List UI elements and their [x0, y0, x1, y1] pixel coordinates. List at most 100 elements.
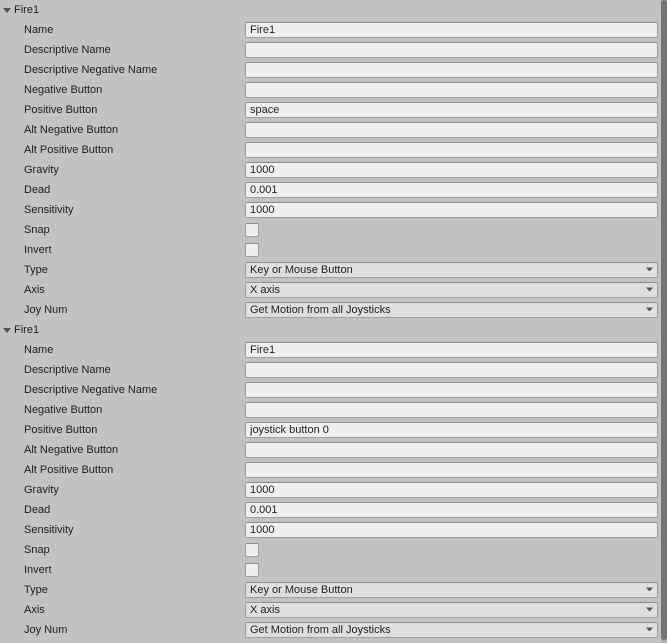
dropdown-type-value: Key or Mouse Button — [250, 264, 353, 276]
dropdown-joynum[interactable]: Get Motion from all Joysticks — [245, 622, 658, 638]
chevron-down-icon — [646, 308, 653, 313]
label-type: Type — [0, 260, 245, 280]
dropdown-joynum-value: Get Motion from all Joysticks — [250, 304, 391, 316]
label-dead: Dead — [0, 180, 245, 200]
label-neg-button: Negative Button — [0, 80, 245, 100]
section-header-fire1-0[interactable]: Fire1 — [0, 0, 662, 20]
section-title: Fire1 — [14, 324, 39, 336]
input-desc-name[interactable] — [245, 42, 658, 58]
label-snap: Snap — [0, 540, 245, 560]
row-desc-name: Descriptive Name — [0, 360, 662, 380]
input-alt-neg-button[interactable] — [245, 122, 658, 138]
label-alt-pos-button: Alt Positive Button — [0, 140, 245, 160]
chevron-down-icon — [646, 608, 653, 613]
dropdown-axis-value: X axis — [250, 284, 280, 296]
checkbox-snap[interactable] — [245, 223, 259, 237]
input-gravity[interactable] — [245, 482, 658, 498]
label-alt-pos-button: Alt Positive Button — [0, 460, 245, 480]
input-pos-button[interactable] — [245, 422, 658, 438]
dropdown-axis-value: X axis — [250, 604, 280, 616]
row-sensitivity: Sensitivity — [0, 200, 662, 220]
row-axis: Axis X axis — [0, 280, 662, 300]
label-desc-name: Descriptive Name — [0, 360, 245, 380]
input-dead[interactable] — [245, 182, 658, 198]
row-snap: Snap — [0, 220, 662, 240]
scrollbar-thumb[interactable] — [661, 0, 667, 640]
dropdown-type-value: Key or Mouse Button — [250, 584, 353, 596]
label-type: Type — [0, 580, 245, 600]
dropdown-joynum[interactable]: Get Motion from all Joysticks — [245, 302, 658, 318]
input-pos-button[interactable] — [245, 102, 658, 118]
chevron-down-icon — [646, 268, 653, 273]
row-invert: Invert — [0, 240, 662, 260]
label-joynum: Joy Num — [0, 620, 245, 640]
row-type: Type Key or Mouse Button — [0, 580, 662, 600]
dropdown-axis[interactable]: X axis — [245, 282, 658, 298]
foldout-icon — [0, 6, 14, 14]
row-axis: Axis X axis — [0, 600, 662, 620]
checkbox-snap[interactable] — [245, 543, 259, 557]
row-desc-neg-name: Descriptive Negative Name — [0, 380, 662, 400]
row-alt-neg-button: Alt Negative Button — [0, 440, 662, 460]
row-gravity: Gravity — [0, 480, 662, 500]
label-joynum: Joy Num — [0, 300, 245, 320]
input-gravity[interactable] — [245, 162, 658, 178]
label-pos-button: Positive Button — [0, 100, 245, 120]
input-desc-name[interactable] — [245, 362, 658, 378]
input-sensitivity[interactable] — [245, 202, 658, 218]
dropdown-type[interactable]: Key or Mouse Button — [245, 262, 658, 278]
input-name[interactable] — [245, 22, 658, 38]
row-name: Name — [0, 340, 662, 360]
row-desc-neg-name: Descriptive Negative Name — [0, 60, 662, 80]
label-gravity: Gravity — [0, 480, 245, 500]
input-alt-pos-button[interactable] — [245, 142, 658, 158]
row-dead: Dead — [0, 180, 662, 200]
label-alt-neg-button: Alt Negative Button — [0, 120, 245, 140]
row-desc-name: Descriptive Name — [0, 40, 662, 60]
label-sensitivity: Sensitivity — [0, 520, 245, 540]
input-alt-pos-button[interactable] — [245, 462, 658, 478]
label-desc-name: Descriptive Name — [0, 40, 245, 60]
chevron-down-icon — [646, 288, 653, 293]
label-invert: Invert — [0, 240, 245, 260]
checkbox-invert[interactable] — [245, 563, 259, 577]
row-neg-button: Negative Button — [0, 400, 662, 420]
label-dead: Dead — [0, 500, 245, 520]
section-title: Fire1 — [14, 4, 39, 16]
row-joynum: Joy Num Get Motion from all Joysticks — [0, 300, 662, 320]
dropdown-axis[interactable]: X axis — [245, 602, 658, 618]
input-desc-neg-name[interactable] — [245, 62, 658, 78]
row-pos-button: Positive Button — [0, 100, 662, 120]
input-dead[interactable] — [245, 502, 658, 518]
input-sensitivity[interactable] — [245, 522, 658, 538]
label-neg-button: Negative Button — [0, 400, 245, 420]
dropdown-type[interactable]: Key or Mouse Button — [245, 582, 658, 598]
row-type: Type Key or Mouse Button — [0, 260, 662, 280]
input-alt-neg-button[interactable] — [245, 442, 658, 458]
dropdown-joynum-value: Get Motion from all Joysticks — [250, 624, 391, 636]
label-axis: Axis — [0, 280, 245, 300]
row-joynum: Joy Num Get Motion from all Joysticks — [0, 620, 662, 640]
label-snap: Snap — [0, 220, 245, 240]
section-header-fire1-1[interactable]: Fire1 — [0, 320, 662, 340]
row-sensitivity: Sensitivity — [0, 520, 662, 540]
input-desc-neg-name[interactable] — [245, 382, 658, 398]
row-alt-pos-button: Alt Positive Button — [0, 140, 662, 160]
label-desc-neg-name: Descriptive Negative Name — [0, 380, 245, 400]
label-axis: Axis — [0, 600, 245, 620]
row-invert: Invert — [0, 560, 662, 580]
vertical-scrollbar[interactable] — [661, 0, 667, 643]
input-neg-button[interactable] — [245, 82, 658, 98]
input-neg-button[interactable] — [245, 402, 658, 418]
label-invert: Invert — [0, 560, 245, 580]
row-alt-neg-button: Alt Negative Button — [0, 120, 662, 140]
row-name: Name — [0, 20, 662, 40]
label-pos-button: Positive Button — [0, 420, 245, 440]
label-desc-neg-name: Descriptive Negative Name — [0, 60, 245, 80]
row-neg-button: Negative Button — [0, 80, 662, 100]
label-sensitivity: Sensitivity — [0, 200, 245, 220]
input-name[interactable] — [245, 342, 658, 358]
checkbox-invert[interactable] — [245, 243, 259, 257]
row-dead: Dead — [0, 500, 662, 520]
foldout-icon — [0, 326, 14, 334]
